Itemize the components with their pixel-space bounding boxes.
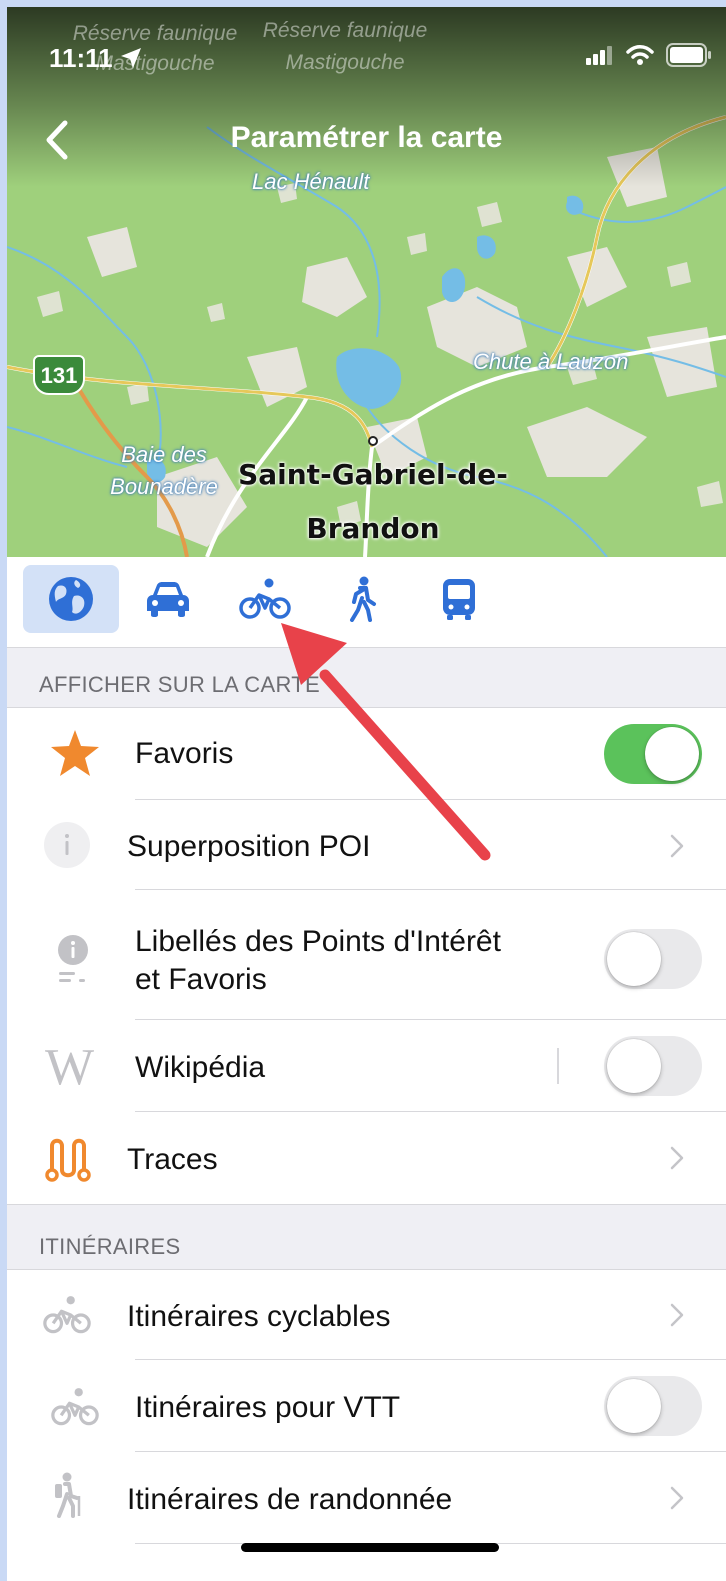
map-preview[interactable]: Réserve faunique Mastigouche Réserve fau… <box>7 7 726 557</box>
mtb-routes-toggle[interactable] <box>604 1376 702 1436</box>
wikipedia-icon: W <box>45 1039 95 1096</box>
row-label-cycle-routes: Itinéraires cyclables <box>127 1300 391 1333</box>
chevron-right-icon <box>670 1486 684 1510</box>
row-label-poi-labels: Libellés des Points d'Intérêt et Favoris <box>135 923 501 999</box>
row-label-hiking-routes: Itinéraires de randonnée <box>127 1483 453 1516</box>
row-poi-labels[interactable]: Libellés des Points d'Intérêt et Favoris <box>7 890 726 1020</box>
cellular-signal-icon <box>586 46 612 65</box>
status-time: 11:11 <box>49 43 142 74</box>
mode-button-car[interactable] <box>120 565 216 633</box>
row-vertical-separator <box>557 1048 559 1084</box>
location-arrow-icon <box>120 48 141 68</box>
row-label-poi-labels-line1: Libellés des Points d'Intérêt <box>135 925 501 958</box>
map-label-chute: Chute à Lauzon <box>473 349 629 374</box>
map-city-line2: Brandon <box>306 512 440 545</box>
home-indicator[interactable] <box>241 1543 499 1552</box>
row-cycle-routes[interactable]: Itinéraires cyclables <box>7 1270 726 1360</box>
section-header-show-on-map: AFFICHER SUR LA CARTE <box>7 648 726 707</box>
route-shield: 131 <box>33 355 85 395</box>
track-icon <box>45 1138 91 1182</box>
hiking-icon <box>55 1472 81 1518</box>
profile-mode-bar <box>7 557 726 648</box>
label-info-icon <box>58 935 88 982</box>
map-city-line1: Saint-Gabriel-de- <box>238 458 508 491</box>
section-header-routes: ITINÉRAIRES <box>7 1205 726 1269</box>
mode-button-bus[interactable] <box>411 565 507 633</box>
row-tracks[interactable]: Traces <box>7 1112 726 1204</box>
row-label-poi-labels-line2: et Favoris <box>135 963 267 996</box>
mode-button-browse[interactable] <box>23 565 119 633</box>
battery-icon <box>666 43 711 67</box>
chevron-right-icon <box>670 834 684 858</box>
map-label-baie: Baie des Bounadère <box>110 442 218 499</box>
row-label-poi-overlay: Superposition POI <box>127 830 371 863</box>
row-mtb-routes[interactable]: Itinéraires pour VTT <box>7 1360 726 1452</box>
map-label-reserve-2: Réserve faunique Mastigouche <box>262 19 428 74</box>
row-label-mtb-routes: Itinéraires pour VTT <box>135 1391 401 1424</box>
favorites-toggle[interactable] <box>604 724 702 784</box>
mode-button-bicycle[interactable] <box>217 565 313 633</box>
page-title: Paramétrer la carte <box>230 121 503 154</box>
pedestrian-icon <box>350 576 376 622</box>
globe-icon <box>49 577 93 621</box>
row-wikipedia[interactable]: W Wikipédia <box>7 1020 726 1112</box>
info-icon <box>44 822 90 868</box>
bicycle-icon <box>239 578 291 619</box>
status-icons <box>586 43 712 67</box>
row-label-wikipedia: Wikipédia <box>135 1051 266 1084</box>
screen: Réserve faunique Mastigouche Réserve fau… <box>7 7 726 1581</box>
bicycle-icon <box>43 1296 91 1334</box>
row-favorites[interactable]: Favoris <box>7 708 726 800</box>
row-label-favorites: Favoris <box>135 737 234 770</box>
bus-icon <box>443 579 475 620</box>
map-label-lake: Lac Hénault <box>252 169 370 194</box>
poi-labels-toggle[interactable] <box>604 929 702 989</box>
status-time-text: 11:11 <box>49 43 113 73</box>
row-hiking-routes[interactable]: Itinéraires de randonnée <box>7 1452 726 1544</box>
car-icon <box>147 582 189 617</box>
chevron-right-icon <box>670 1146 684 1170</box>
row-label-tracks: Traces <box>127 1143 218 1176</box>
mode-button-pedestrian[interactable] <box>314 565 410 633</box>
star-icon <box>51 730 99 776</box>
chevron-right-icon <box>670 1303 684 1327</box>
wikipedia-toggle[interactable] <box>604 1036 702 1096</box>
mountain-bike-icon <box>51 1388 99 1426</box>
row-poi-overlay[interactable]: Superposition POI <box>7 800 726 890</box>
wifi-icon <box>626 45 654 65</box>
